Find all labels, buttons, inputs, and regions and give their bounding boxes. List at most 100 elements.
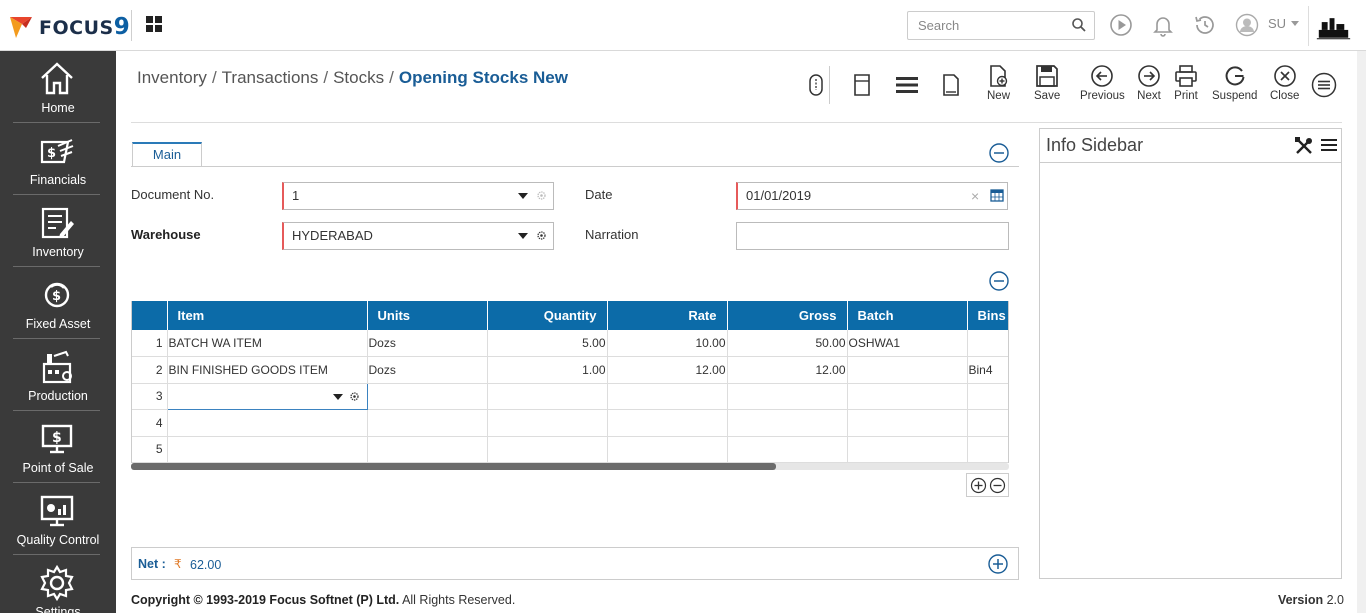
nav-item-production[interactable]: Production <box>0 339 116 411</box>
bins-cell[interactable] <box>967 409 1008 437</box>
info-menu-icon[interactable] <box>1321 138 1337 152</box>
table-row[interactable]: 2 BIN FINISHED GOODS ITEM Dozs 1.00 12.0… <box>132 356 1008 384</box>
history-icon[interactable] <box>1193 13 1217 37</box>
search-icon[interactable] <box>1071 17 1087 33</box>
user-avatar-icon[interactable] <box>1235 13 1259 37</box>
nav-item-quality-control[interactable]: Quality Control <box>0 483 116 555</box>
batch-cell[interactable] <box>847 383 968 410</box>
collapse-header-icon[interactable] <box>989 143 1009 163</box>
collapse-grid-icon[interactable] <box>989 271 1009 291</box>
user-initials[interactable]: SU <box>1268 16 1286 31</box>
clear-date-icon[interactable]: × <box>971 188 979 204</box>
mouse-icon[interactable] <box>808 74 824 96</box>
units-cell[interactable]: Dozs <box>367 330 488 357</box>
grid-scrollbar-thumb[interactable] <box>131 463 776 470</box>
units-cell[interactable] <box>367 409 488 437</box>
quantity-cell[interactable] <box>487 409 608 437</box>
warehouse-settings-icon[interactable] <box>536 230 547 241</box>
batch-cell[interactable]: OSHWA1 <box>847 330 968 357</box>
new-button[interactable]: New <box>987 64 1010 102</box>
rate-cell[interactable]: 10.00 <box>607 330 728 357</box>
expand-footer-icon[interactable] <box>988 554 1008 574</box>
user-menu-caret-icon[interactable] <box>1291 21 1299 26</box>
units-cell[interactable] <box>367 383 488 410</box>
warehouse-field[interactable]: HYDERABAD <box>282 222 554 250</box>
breadcrumb-item-stocks[interactable]: Stocks <box>333 68 384 87</box>
quantity-cell[interactable] <box>487 436 608 463</box>
breadcrumb-item-inventory[interactable]: Inventory <box>137 68 207 87</box>
tab-main[interactable]: Main <box>132 142 202 167</box>
bins-cell[interactable] <box>967 330 1008 357</box>
print-button[interactable]: Print <box>1174 64 1198 102</box>
item-cell[interactable]: BIN FINISHED GOODS ITEM <box>167 356 368 384</box>
column-header-gross[interactable]: Gross <box>727 301 848 330</box>
calendar-icon[interactable] <box>990 188 1004 202</box>
page-scrollbar[interactable] <box>1357 51 1366 613</box>
suspend-button[interactable]: Suspend <box>1212 64 1257 102</box>
rate-cell[interactable] <box>607 383 728 410</box>
remove-row-icon[interactable] <box>989 477 1006 494</box>
play-icon[interactable] <box>1109 13 1133 37</box>
blank-document-icon[interactable] <box>942 74 960 96</box>
item-cell[interactable] <box>167 436 368 463</box>
warehouse-dropdown-icon[interactable] <box>518 233 528 239</box>
nav-item-financials[interactable]: $ Financials <box>0 123 116 195</box>
breadcrumb-item-transactions[interactable]: Transactions <box>222 68 319 87</box>
date-field[interactable]: 01/01/2019 <box>736 182 1008 210</box>
units-cell[interactable]: Dozs <box>367 356 488 384</box>
narration-field[interactable] <box>736 222 1009 250</box>
next-button[interactable]: Next <box>1137 64 1161 102</box>
table-row[interactable]: 5 <box>132 436 1008 463</box>
column-header-quantity[interactable]: Quantity <box>487 301 608 330</box>
nav-item-settings[interactable]: Settings <box>0 555 116 613</box>
document-no-field[interactable]: 1 <box>282 182 554 210</box>
item-settings-icon[interactable] <box>349 391 360 402</box>
gross-cell[interactable] <box>727 436 848 463</box>
focus-logo[interactable]: FOCUS9 <box>8 12 130 42</box>
close-button[interactable]: Close <box>1270 64 1299 102</box>
item-cell[interactable]: BATCH WA ITEM <box>167 330 368 357</box>
bins-cell[interactable] <box>967 436 1008 463</box>
bins-cell[interactable] <box>967 383 1008 410</box>
gross-cell[interactable]: 12.00 <box>727 356 848 384</box>
table-row[interactable]: 1 BATCH WA ITEM Dozs 5.00 10.00 50.00 OS… <box>132 330 1008 357</box>
gross-cell[interactable] <box>727 409 848 437</box>
nav-item-home[interactable]: Home <box>0 51 116 123</box>
tools-icon[interactable] <box>1294 136 1314 156</box>
save-button[interactable]: Save <box>1034 64 1060 102</box>
column-header-bins[interactable]: Bins <box>967 301 1008 330</box>
batch-cell[interactable] <box>847 409 968 437</box>
item-cell-active[interactable] <box>166 382 368 410</box>
document-no-settings-icon[interactable] <box>536 190 547 201</box>
menu-circle-icon[interactable] <box>1311 72 1337 98</box>
rate-cell[interactable] <box>607 436 728 463</box>
column-header-units[interactable]: Units <box>367 301 488 330</box>
item-dropdown-icon[interactable] <box>332 393 343 400</box>
bins-cell[interactable]: Bin4 <box>967 356 1008 384</box>
apps-grid-icon[interactable] <box>146 16 162 32</box>
table-row[interactable]: 4 <box>132 409 1008 437</box>
batch-cell[interactable] <box>847 356 968 384</box>
document-layout-icon[interactable] <box>853 74 871 96</box>
nav-item-point-of-sale[interactable]: $ Point of Sale <box>0 411 116 483</box>
column-header-rate[interactable]: Rate <box>607 301 728 330</box>
search-input[interactable] <box>907 11 1095 40</box>
units-cell[interactable] <box>367 436 488 463</box>
quantity-cell[interactable]: 5.00 <box>487 330 608 357</box>
nav-item-inventory[interactable]: Inventory <box>0 195 116 267</box>
list-view-icon[interactable] <box>896 76 918 94</box>
rate-cell[interactable] <box>607 409 728 437</box>
item-cell[interactable] <box>167 409 368 437</box>
rate-cell[interactable]: 12.00 <box>607 356 728 384</box>
add-row-icon[interactable] <box>970 477 987 494</box>
grid-horizontal-scrollbar[interactable] <box>131 463 1009 470</box>
batch-cell[interactable] <box>847 436 968 463</box>
table-row[interactable]: 3 <box>132 382 1008 410</box>
gross-cell[interactable] <box>727 383 848 410</box>
previous-button[interactable]: Previous <box>1080 64 1125 102</box>
column-header-item[interactable]: Item <box>167 301 368 330</box>
quantity-cell[interactable]: 1.00 <box>487 356 608 384</box>
document-no-dropdown-icon[interactable] <box>518 193 528 199</box>
notification-bell-icon[interactable] <box>1151 13 1175 37</box>
nav-item-fixed-asset[interactable]: $ Fixed Asset <box>0 267 116 339</box>
